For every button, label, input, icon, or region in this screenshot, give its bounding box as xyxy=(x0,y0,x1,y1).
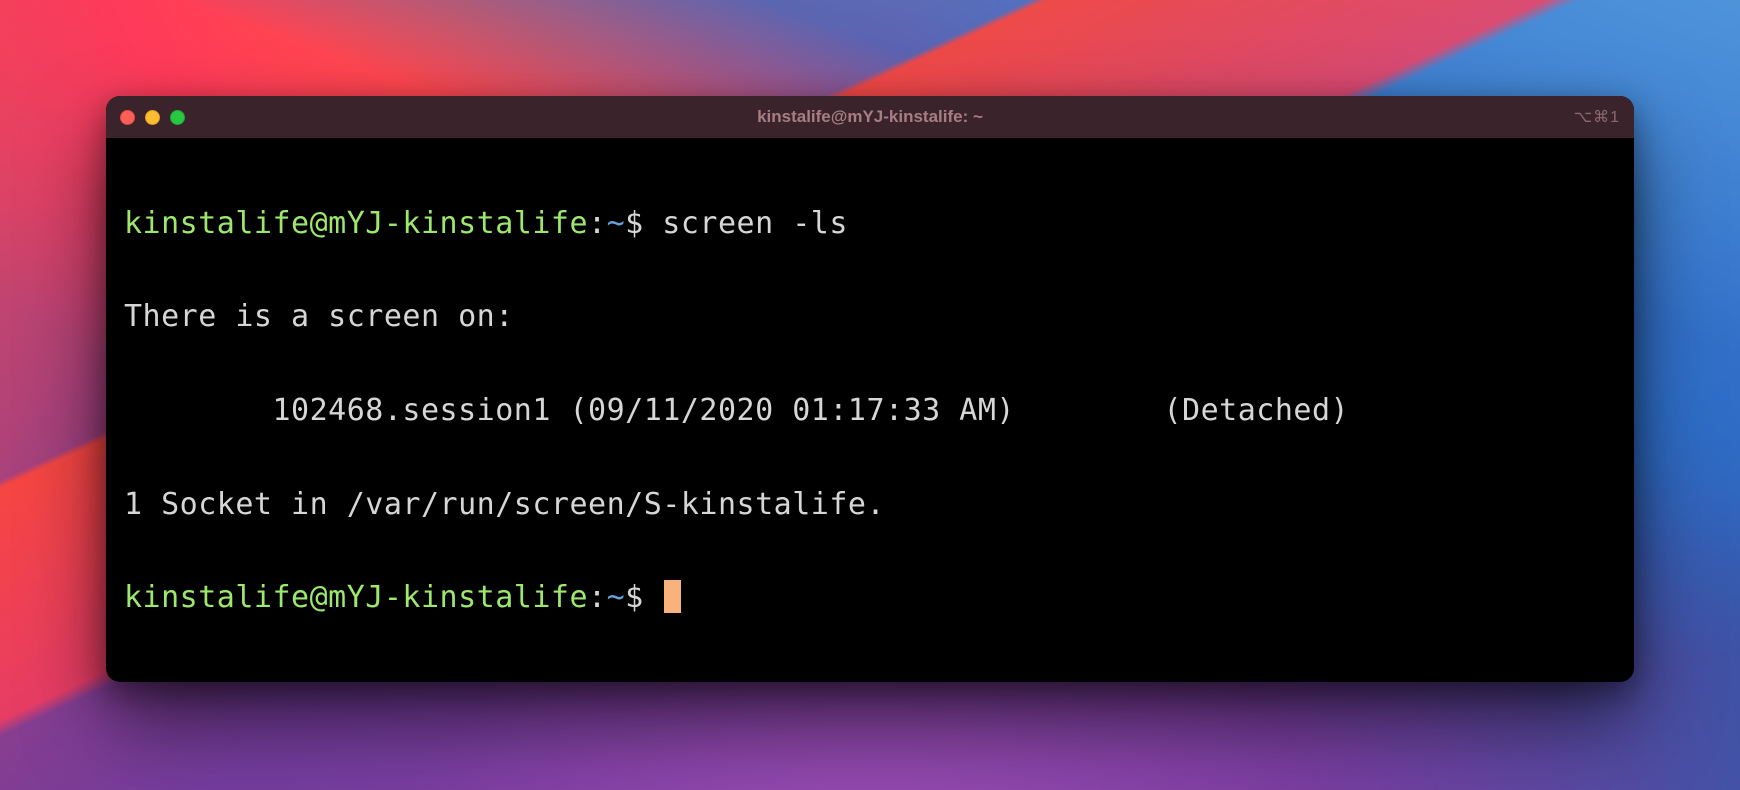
zoom-icon[interactable] xyxy=(170,110,185,125)
close-icon[interactable] xyxy=(120,110,135,125)
output-session-name: 102468.session1 (09/11/2020 01:17:33 AM) xyxy=(273,388,1015,435)
prompt-user-host: kinstalife@mYJ-kinstalife xyxy=(124,580,588,615)
prompt-user-host: kinstalife@mYJ-kinstalife xyxy=(124,206,588,241)
prompt-line-2: kinstalife@mYJ-kinstalife:~$ xyxy=(124,575,1616,622)
output-session-indent xyxy=(124,388,273,435)
prompt-path: ~ xyxy=(607,206,626,241)
window-title: kinstalife@mYJ-kinstalife: ~ xyxy=(106,107,1634,127)
output-session-row: 102468.session1 (09/11/2020 01:17:33 AM)… xyxy=(124,388,1616,435)
cursor-block xyxy=(664,580,681,613)
minimize-icon[interactable] xyxy=(145,110,160,125)
prompt-path: ~ xyxy=(607,580,626,615)
command-text: screen -ls xyxy=(662,206,848,241)
prompt-separator: : xyxy=(588,580,607,615)
output-session-gap xyxy=(1015,388,1164,435)
output-header: There is a screen on: xyxy=(124,294,1616,341)
output-session-status: (Detached) xyxy=(1163,388,1349,435)
prompt-line-1: kinstalife@mYJ-kinstalife:~$ screen -ls xyxy=(124,201,1616,248)
window-shortcut-hint: ⌥⌘1 xyxy=(1574,107,1620,127)
prompt-dollar: $ xyxy=(625,580,644,615)
prompt-separator: : xyxy=(588,206,607,241)
terminal-body[interactable]: kinstalife@mYJ-kinstalife:~$ screen -ls … xyxy=(106,138,1634,682)
traffic-lights xyxy=(120,110,185,125)
prompt-dollar: $ xyxy=(625,206,644,241)
output-socket-line: 1 Socket in /var/run/screen/S-kinstalife… xyxy=(124,482,1616,529)
terminal-window[interactable]: kinstalife@mYJ-kinstalife: ~ ⌥⌘1 kinstal… xyxy=(106,96,1634,682)
window-titlebar[interactable]: kinstalife@mYJ-kinstalife: ~ ⌥⌘1 xyxy=(106,96,1634,138)
